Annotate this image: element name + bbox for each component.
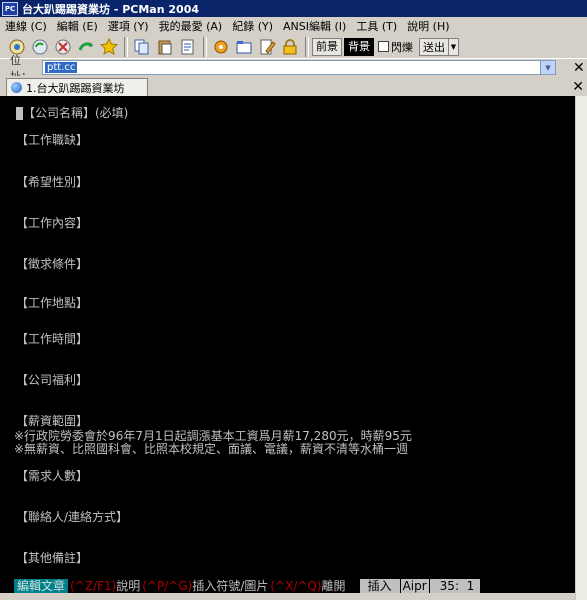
insert-symbol-key-hint: (^P/^G) — [142, 578, 193, 593]
terminal-line: 【工作地點】 — [16, 296, 89, 310]
blink-checkbox[interactable]: 閃爍 — [378, 39, 413, 55]
menu-edit[interactable]: 編輯 (E) — [52, 18, 103, 34]
menu-connect[interactable]: 連線 (C) — [0, 18, 52, 34]
terminal-screen[interactable]: 【公司名稱】(必填) 【工作職缺】 【希望性別】 【工作內容】 【徵求條件】 【… — [0, 96, 575, 578]
terminal-line: 【公司名稱】(必填) — [16, 106, 128, 120]
terminal-line: 【工作職缺】 — [16, 133, 89, 147]
toolbar-separator — [305, 36, 309, 57]
settings-icon — [214, 40, 227, 53]
terminal-line: 【工作時間】 — [16, 332, 89, 346]
favorites-button[interactable] — [98, 36, 119, 57]
encoding-indicator: Aipr — [400, 578, 429, 593]
foreground-color-button[interactable]: 前景 — [312, 37, 342, 56]
send-label: 送出 — [423, 40, 445, 54]
tab-connection-1[interactable]: 1.台大趴踢踢資業坊 — [6, 78, 148, 96]
edit-button[interactable] — [256, 36, 277, 57]
help-desc: 說明 — [116, 579, 141, 593]
tab-bar: 1.台大趴踢踢資業坊 ✕ — [0, 76, 587, 96]
exit-desc: 離開 — [321, 579, 346, 593]
terminal-line: ※行政院勞委會於96年7月1日起調漲基本工資爲月薪17,280元，時薪95元 — [14, 429, 412, 443]
lock-icon — [283, 38, 296, 54]
address-dropdown-chevron-icon[interactable]: ▼ — [540, 61, 555, 74]
repeat-button[interactable] — [75, 36, 96, 57]
exit-key-hint: (^X/^Q) — [270, 578, 322, 593]
open-folder-icon — [236, 40, 251, 53]
toolbar-separator — [124, 36, 128, 57]
text-cursor — [16, 107, 23, 120]
pcman-logo-icon: PC — [2, 1, 18, 16]
paste-icon — [158, 40, 171, 54]
paste-button[interactable] — [154, 36, 175, 57]
menu-tools[interactable]: 工具 (T) — [351, 18, 402, 34]
copy-icon — [134, 39, 148, 54]
terminal-line: 【需求人數】 — [16, 469, 89, 483]
editor-status-line: 編輯文章 (^Z/F1) 說明 (^P/^G) 插入符號/圖片 (^X/^Q) … — [0, 578, 575, 593]
toolbar: 前景 背景 閃爍 送出 ▼ — [0, 35, 587, 59]
menu-options[interactable]: 選項 (Y) — [103, 18, 154, 34]
terminal-line: 【工作內容】 — [16, 216, 89, 230]
address-bar: 位址： ptt.cc ▼ ✕ — [0, 54, 587, 83]
menu-help[interactable]: 說明 (H) — [402, 18, 454, 34]
terminal-line: 【其他備註】 — [16, 551, 89, 565]
terminal-line: 【公司福利】 — [16, 373, 89, 387]
copy-button[interactable] — [131, 36, 152, 57]
terminal-line: 【徵求條件】 — [16, 257, 89, 271]
help-key-hint: (^Z/F1) — [70, 578, 117, 593]
copy-ansi-button[interactable] — [177, 36, 198, 57]
favorite-star-icon — [99, 37, 118, 55]
insert-mode-indicator: 插入 — [359, 578, 400, 593]
title-bar: PC 台大趴踢踢資業坊 - PCMan 2004 — [0, 0, 587, 17]
insert-symbol-desc: 插入符號/圖片 — [192, 579, 269, 593]
checkbox-box — [378, 41, 389, 52]
blink-label: 閃爍 — [391, 40, 413, 54]
cursor-position-indicator: 35: 1 — [429, 578, 481, 593]
background-color-button[interactable]: 背景 — [344, 37, 374, 56]
menu-ansi-edit[interactable]: ANSI編輯 (I) — [278, 18, 351, 34]
toolbar-separator — [203, 36, 207, 57]
disconnect-button[interactable] — [52, 36, 73, 57]
settings-button[interactable] — [210, 36, 231, 57]
repeat-icon — [78, 41, 93, 51]
terminal-line: 【希望性別】 — [16, 175, 89, 189]
tab-label: 1.台大趴踢踢資業坊 — [26, 81, 125, 95]
edit-icon — [260, 39, 276, 54]
terminal-line: 【薪資範圍】 — [16, 414, 89, 428]
menu-log[interactable]: 紀錄 (Y) — [227, 18, 278, 34]
open-folder-button[interactable] — [233, 36, 254, 57]
vertical-scrollbar[interactable] — [575, 96, 587, 600]
chevron-down-icon[interactable]: ▼ — [448, 38, 458, 55]
close-tab-icon[interactable]: ✕ — [572, 79, 584, 95]
edit-mode-badge: 編輯文章 — [14, 578, 69, 593]
terminal-line: ※無薪資、比照國科會、比照本校規定、面議、電議，薪資不清等水桶一週 — [14, 442, 409, 456]
send-button[interactable]: 送出 ▼ — [419, 37, 459, 56]
window-bottom-edge — [0, 593, 575, 600]
terminal-line: 【聯絡人/連絡方式】 — [16, 510, 129, 524]
close-address-icon[interactable]: ✕ — [573, 60, 585, 76]
address-value[interactable]: ptt.cc — [45, 62, 78, 73]
copy-ansi-icon — [181, 39, 193, 54]
address-input[interactable]: ptt.cc ▼ — [42, 60, 556, 75]
menu-favorites[interactable]: 我的最愛 (A) — [154, 18, 228, 34]
connection-globe-icon — [11, 82, 22, 93]
window-title: 台大趴踢踢資業坊 - PCMan 2004 — [22, 2, 200, 16]
disconnect-icon — [55, 39, 70, 54]
lock-button[interactable] — [279, 36, 300, 57]
menu-bar: 連線 (C) 編輯 (E) 選項 (Y) 我的最愛 (A) 紀錄 (Y) ANS… — [0, 17, 587, 36]
